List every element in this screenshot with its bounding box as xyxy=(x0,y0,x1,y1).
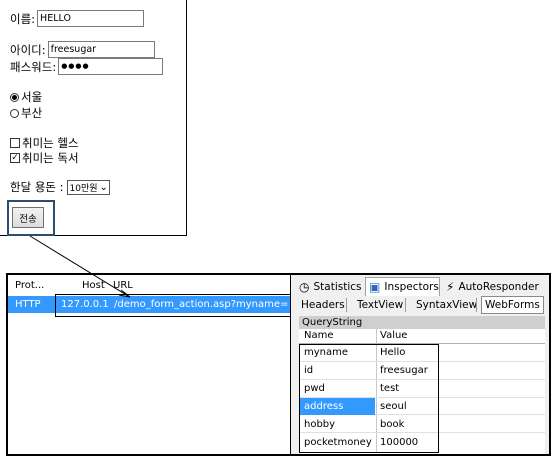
tab-statistics-label: Statistics xyxy=(313,280,362,293)
name-input[interactable]: HELLO xyxy=(37,10,145,27)
money-select-value: 10만원 xyxy=(69,183,98,194)
checkbox-reading[interactable]: ✓ xyxy=(10,153,20,163)
radio-seoul-label: 서울 xyxy=(21,90,43,104)
checkbox-reading-label: 취미는 독서 xyxy=(22,151,79,165)
radio-seoul[interactable] xyxy=(10,92,19,102)
money-label: 한달 용돈 : xyxy=(10,180,64,194)
col-name-header[interactable]: Name xyxy=(304,330,334,341)
tab-inspectors[interactable]: ▣ Inspectors xyxy=(365,277,440,296)
money-row: 한달 용돈 : 10만원 ⌄ xyxy=(10,179,110,195)
checkbox-health[interactable] xyxy=(10,138,20,148)
col-value-header[interactable]: Value xyxy=(380,330,407,341)
name-label: 이름: xyxy=(10,11,36,26)
subtab-webforms[interactable]: WebForms xyxy=(481,296,544,314)
lightning-icon: ⚡ xyxy=(446,279,455,294)
subtab-separator xyxy=(476,298,477,312)
subtab-syntaxview[interactable]: SyntaxView xyxy=(416,296,477,314)
radio-busan[interactable] xyxy=(10,108,19,118)
chevron-down-icon: ⌄ xyxy=(99,181,108,193)
submit-button[interactable]: 전송 xyxy=(12,207,44,228)
pwd-input[interactable]: ●●●● xyxy=(58,58,164,75)
checkbox-health-label: 취미는 헬스 xyxy=(22,136,79,150)
session-highlight-box xyxy=(55,294,297,317)
hobby-option-health[interactable]: 취미는 헬스 xyxy=(10,135,79,151)
hobby-option-reading[interactable]: ✓ 취미는 독서 xyxy=(10,150,79,166)
session-protocol: HTTP xyxy=(15,299,41,310)
submit-button-label: 전송 xyxy=(19,213,37,225)
tab-autoresponder-label: AutoResponder xyxy=(458,280,539,293)
col-url-header[interactable]: URL xyxy=(113,280,133,291)
subtab-separator xyxy=(405,298,406,312)
tab-inspectors-label: Inspectors xyxy=(384,281,439,293)
money-select[interactable]: 10만원 ⌄ xyxy=(66,179,110,195)
pwd-row: 패스워드: ●●●● xyxy=(10,58,164,75)
id-label: 아이디: xyxy=(10,42,46,57)
id-input[interactable]: freesugar xyxy=(47,41,155,58)
querystring-section-title: QueryString xyxy=(299,316,545,329)
col-host-header[interactable]: Host xyxy=(82,280,105,291)
id-row: 아이디: freesugar xyxy=(10,41,155,58)
subtab-headers[interactable]: Headers xyxy=(301,296,345,314)
name-row: 이름: HELLO xyxy=(10,10,145,27)
radio-busan-label: 부산 xyxy=(21,106,43,120)
querystring-highlight-box xyxy=(299,344,439,453)
clock-icon: ◷ xyxy=(299,279,310,294)
address-option-seoul[interactable]: 서울 xyxy=(10,89,42,105)
subtab-textview[interactable]: TextView xyxy=(357,296,403,314)
subtab-separator xyxy=(346,298,347,312)
col-protocol-header[interactable]: Prot... xyxy=(15,280,44,291)
inspect-icon: ▣ xyxy=(369,280,381,294)
pwd-label: 패스워드: xyxy=(10,59,57,74)
tab-statistics[interactable]: ◷ Statistics xyxy=(299,277,363,296)
tab-autoresponder[interactable]: ⚡ AutoResponder xyxy=(446,277,546,296)
address-option-busan[interactable]: 부산 xyxy=(10,105,42,121)
